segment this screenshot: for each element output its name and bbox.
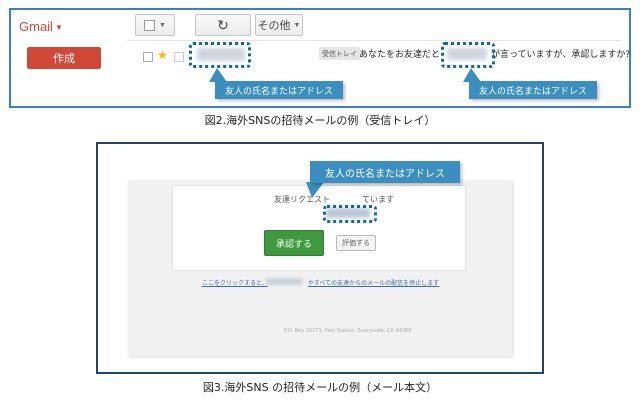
unsubscribe-link-start: ここをクリックすると、 [202,280,268,287]
chevron-down-icon: ▼ [54,23,63,33]
accept-button[interactable]: 承認する [264,230,324,256]
gmail-logo-text: Gmail [19,19,53,34]
email-subject-end[interactable]: が言っていますが、承認しますか? [491,47,630,60]
chevron-down-icon: ▼ [293,21,301,29]
secondary-button[interactable]: 評価する [336,235,376,251]
gmail-logo[interactable]: Gmail ▼ [19,19,63,34]
unsubscribe-link[interactable]: ここをクリックすると、 やすべての友達からのメールの配信を停止します [202,278,439,287]
chevron-down-icon: ▼ [159,21,166,29]
refresh-icon: ↻ [217,16,229,33]
star-icon[interactable]: ★ [157,48,168,62]
unsubscribe-link-end: やすべての友達からのメールの配信を停止します [307,280,440,287]
callout-pointer [463,68,481,82]
compose-button[interactable]: 作成 [27,47,101,69]
figure3-caption: 図3.海外SNS の招待メールの例（メール本文） [202,381,438,394]
callout-subject: 友人の氏名またはアドレス [469,81,597,99]
more-button-label: その他 [257,20,291,32]
figure2-caption: 図2.海外SNSの招待メールの例（受信トレイ） [204,114,436,127]
email-body-screenshot: 友達リクエスト ています 承認する 評価する 友人の氏名またはアドレス ここをク… [96,142,544,374]
blurred-friend-name [266,278,302,285]
friend-request-text: 友達リクエスト ています [274,195,394,204]
importance-marker[interactable] [174,52,184,62]
refresh-button[interactable]: ↻ [195,14,251,36]
highlight-request-name [323,205,377,223]
email-subject-start[interactable]: あなたをお友達だと [359,47,440,60]
callout-request: 友人の氏名またはアドレス [310,161,460,183]
toolbar-divider [127,40,621,41]
callout-sender: 友人の氏名またはアドレス [215,81,343,99]
more-button[interactable]: その他 ▼ [255,14,303,36]
callout-pointer [209,68,227,82]
footer-address: P.O. Box 10273, Palo Station, Sunnyvale,… [284,328,412,334]
highlight-subject-name [441,42,495,68]
select-checkbox-icon [144,19,156,31]
callout-pointer [306,182,324,198]
highlight-sender [189,42,251,68]
select-all-button[interactable]: ▼ [135,14,175,36]
row-checkbox[interactable] [143,52,153,62]
gmail-inbox-screenshot: Gmail ▼ ▼ ↻ その他 ▼ 作成 ★ 受信トレイ あなたをお友達だと が言… [9,8,631,108]
inbox-label-tag: 受信トレイ [319,47,360,60]
